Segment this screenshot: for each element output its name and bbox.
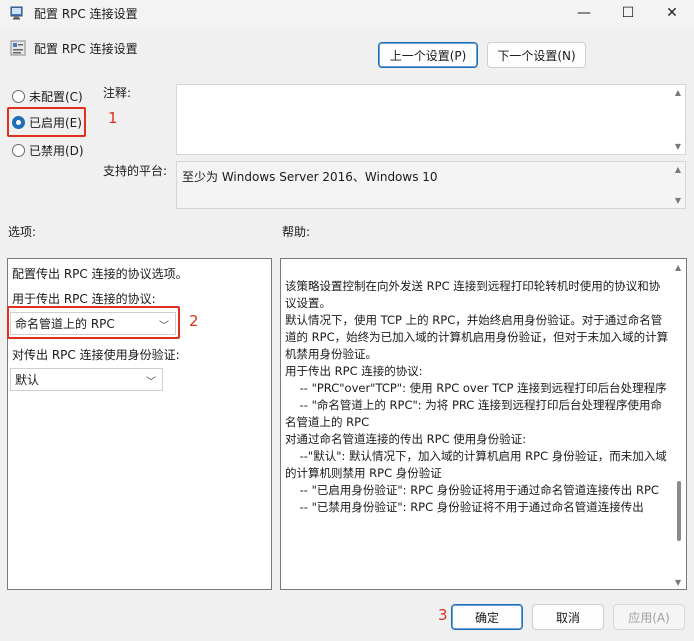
platform-value: 至少为 Windows Server 2016、Windows 10 <box>182 170 438 184</box>
options-description: 配置传出 RPC 连接的协议选项。 <box>12 267 188 281</box>
auth-select[interactable]: 默认 ﹀ <box>10 368 163 391</box>
help-line: 默认情况下，使用 TCP 上的 RPC，并始终启用身份验证。对于通过命名管道的 … <box>285 313 669 361</box>
help-text: 该策略设置控制在向外发送 RPC 连接到远程打印轮转机时使用的协议和协议设置。 … <box>285 278 669 590</box>
radio-circle <box>12 144 25 157</box>
scroll-down-icon: ▼ <box>674 142 682 151</box>
apply-button[interactable]: 应用(A) <box>613 604 685 630</box>
scroll-down-icon: ▼ <box>674 196 682 205</box>
next-setting-button[interactable]: 下一个设置(N) <box>487 42 586 68</box>
comment-scrollbar[interactable]: ▲ ▼ <box>671 85 685 154</box>
platform-scrollbar[interactable]: ▲ ▼ <box>671 162 685 208</box>
scroll-up-icon: ▲ <box>675 263 682 272</box>
options-section-label: 选项: <box>8 225 37 239</box>
help-line: 用于传出 RPC 连接的协议: <box>285 364 423 378</box>
help-line: 该策略设置控制在向外发送 RPC 连接到远程打印轮转机时使用的协议和协议设置。 <box>285 279 661 310</box>
ok-button[interactable]: 确定 <box>451 604 523 630</box>
close-button[interactable]: ✕ <box>650 0 694 26</box>
radio-not-configured[interactable]: 未配置(C) <box>12 88 83 105</box>
prev-setting-button[interactable]: 上一个设置(P) <box>378 42 478 68</box>
help-line: -- "已启用身份验证": RPC 身份验证将用于通过命名管道连接传出 RPC <box>285 483 659 497</box>
radio-label: 未配置(C) <box>29 90 83 104</box>
maximize-icon: ☐ <box>621 5 635 21</box>
scroll-thumb[interactable] <box>677 481 681 541</box>
cancel-button[interactable]: 取消 <box>532 604 604 630</box>
minimize-icon: — <box>577 5 591 21</box>
help-line: -- "PRC"over"TCP": 使用 RPC over TCP 连接到远程… <box>285 381 667 395</box>
radio-label: 已禁用(D) <box>29 144 84 158</box>
platform-label: 支持的平台: <box>103 164 168 178</box>
platform-textbox: 至少为 Windows Server 2016、Windows 10 ▲ ▼ <box>176 161 686 209</box>
minimize-button[interactable]: — <box>562 0 606 26</box>
highlight-box-2 <box>7 306 180 339</box>
scroll-up-icon: ▲ <box>674 88 682 97</box>
help-scrollbar[interactable]: ▲ ▼ <box>672 261 686 589</box>
highlight-box-1 <box>7 107 86 137</box>
comment-label: 注释: <box>103 86 132 100</box>
close-icon: ✕ <box>666 5 678 21</box>
protocol-label: 用于传出 RPC 连接的协议: <box>12 292 156 306</box>
policy-app-icon <box>10 6 23 20</box>
comment-textarea[interactable]: ▲ ▼ <box>176 84 686 155</box>
auth-select-value: 默认 <box>15 373 40 387</box>
auth-label: 对传出 RPC 连接使用身份验证: <box>12 348 180 362</box>
annotation-1: 1 <box>108 109 118 127</box>
help-line: -- "已禁用身份验证": RPC 身份验证将不用于通过命名管道连接传出 <box>285 500 644 514</box>
help-line: -- "命名管道上的 RPC": 为将 PRC 连接到远程打印后台处理程序使用命… <box>285 398 662 429</box>
annotation-2: 2 <box>189 312 199 330</box>
page-title: 配置 RPC 连接设置 <box>34 42 138 56</box>
radio-circle <box>12 90 25 103</box>
chevron-down-icon: ﹀ <box>146 377 156 388</box>
maximize-button[interactable]: ☐ <box>606 0 650 26</box>
help-line: --"默认": 默认情况下，加入域的计算机启用 RPC 身份验证，而未加入域的计… <box>285 449 667 480</box>
policy-setting-icon <box>10 40 26 56</box>
title-bar: 配置 RPC 连接设置 — ☐ ✕ <box>0 0 694 26</box>
help-line: 对通过命名管道连接的传出 RPC 使用身份验证: <box>285 432 527 446</box>
annotation-3: 3 <box>438 606 448 624</box>
scroll-up-icon: ▲ <box>674 165 682 174</box>
window-title: 配置 RPC 连接设置 <box>34 7 138 21</box>
help-section-label: 帮助: <box>282 225 311 239</box>
scroll-down-icon: ▼ <box>675 578 682 587</box>
radio-disabled[interactable]: 已禁用(D) <box>12 142 84 159</box>
